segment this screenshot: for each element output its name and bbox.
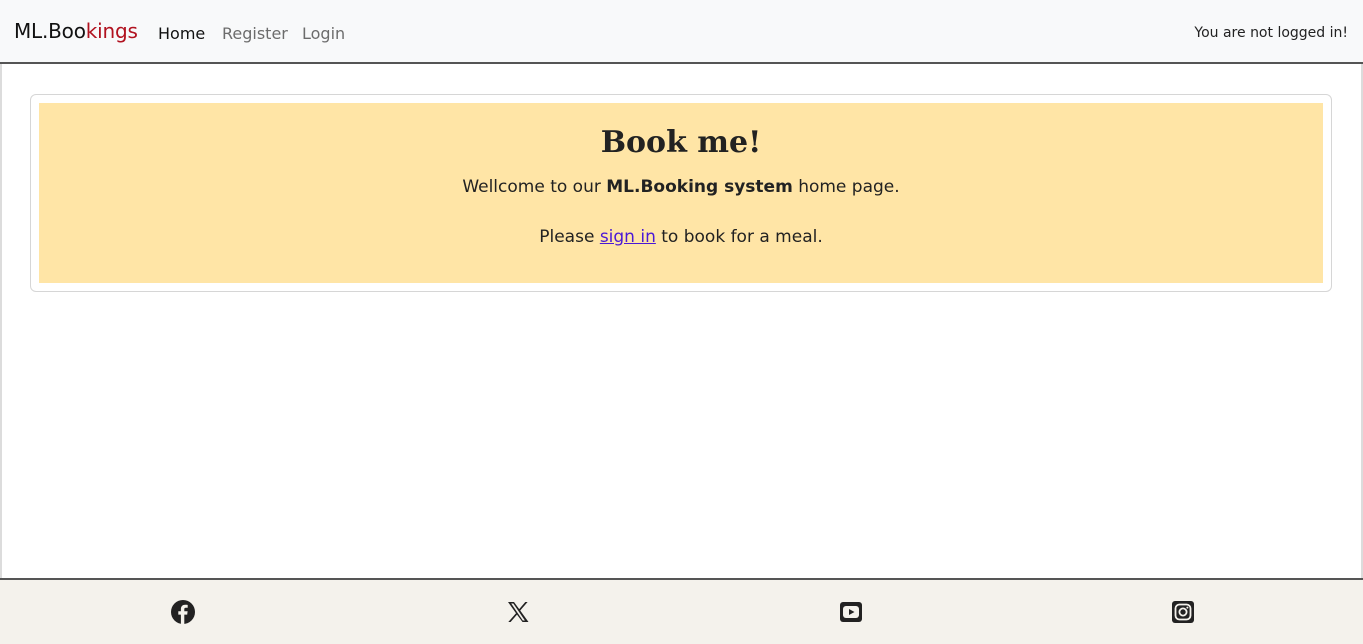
nav-register-link[interactable]: Register <box>222 24 288 43</box>
nav-home-link[interactable]: Home <box>158 24 205 43</box>
welcome-text: Wellcome to our ML.Booking system home p… <box>39 177 1323 197</box>
brand-logo[interactable]: ML.Bookings <box>14 19 138 43</box>
signin-prompt-post: to book for a meal. <box>655 227 823 247</box>
signin-prompt-pre: Please <box>539 227 600 247</box>
welcome-text-pre: Wellcome to our <box>462 177 607 197</box>
facebook-icon[interactable] <box>170 599 196 625</box>
signin-link[interactable]: sign in <box>600 227 656 247</box>
navbar: ML.Bookings Home Register Login You are … <box>0 0 1363 64</box>
welcome-text-post: home page. <box>792 177 900 197</box>
welcome-card: Book me! Wellcome to our ML.Booking syst… <box>30 94 1332 292</box>
brand-text-part1: ML.Boo <box>14 19 86 43</box>
instagram-icon[interactable] <box>1170 599 1196 625</box>
brand-text-part2: kings <box>85 19 138 43</box>
welcome-card-body: Book me! Wellcome to our ML.Booking syst… <box>39 103 1323 283</box>
signin-prompt: Please sign in to book for a meal. <box>39 227 1323 247</box>
youtube-icon[interactable] <box>838 599 864 625</box>
nav-login-link[interactable]: Login <box>302 24 345 43</box>
page-title: Book me! <box>600 125 762 160</box>
footer <box>0 578 1363 644</box>
system-name: ML.Booking system <box>606 177 793 197</box>
login-status: You are not logged in! <box>1194 25 1348 41</box>
x-twitter-icon[interactable] <box>505 599 531 625</box>
